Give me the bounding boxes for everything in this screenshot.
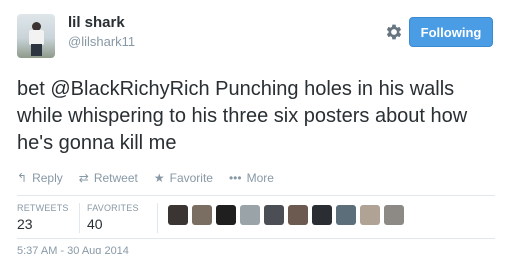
following-button[interactable]: Following [409,17,493,47]
divider [17,238,495,239]
avatar-figure-legs [31,44,42,56]
user-name[interactable]: lil shark [68,14,125,31]
tweet-text-prefix: bet [17,78,51,100]
reply-action[interactable]: ↰ Reply [17,171,63,185]
retweet-icon: ⇄ [78,171,89,185]
favorite-action[interactable]: ★ Favorite [154,171,213,185]
favoriter-avatar[interactable] [240,205,260,225]
favorites-count: 40 [87,216,103,232]
star-icon: ★ [153,171,165,185]
tweet-text: bet @BlackRichyRich Punching holes in hi… [17,76,497,157]
favoriter-avatar[interactable] [360,205,380,225]
tweet-actions: ↰ Reply ⇄ Retweet ★ Favorite ••• More [17,171,290,185]
more-action[interactable]: ••• More [229,171,274,185]
favorites-stat[interactable]: FAVORITES 40 [87,203,139,232]
favoriter-avatar[interactable] [216,205,236,225]
retweet-label: Retweet [93,171,138,185]
tweet-card: lil shark @lilshark11 Following bet @Bla… [0,0,512,254]
divider [17,195,495,196]
stat-divider [79,203,80,233]
favoriter-avatar[interactable] [288,205,308,225]
favoriter-avatar[interactable] [384,205,404,225]
reply-label: Reply [32,171,63,185]
more-label: More [246,171,274,185]
avatar-figure-body [29,30,44,45]
reply-icon: ↰ [17,171,28,185]
following-button-label: Following [420,24,482,40]
retweets-stat[interactable]: RETWEETS 23 [17,203,69,232]
tweet-mention-link[interactable]: @BlackRichyRich [50,78,209,100]
retweets-count: 23 [17,216,33,232]
avatar[interactable] [17,14,55,58]
favoriter-avatar[interactable] [264,205,284,225]
favorite-label: Favorite [169,171,213,185]
favoriter-avatar[interactable] [168,205,188,225]
stat-divider [157,203,158,233]
favoriter-avatar[interactable] [192,205,212,225]
favoriter-avatars [168,205,408,225]
tweet-timestamp[interactable]: 5:37 AM - 30 Aug 2014 [17,245,129,254]
favoriter-avatar[interactable] [312,205,332,225]
retweet-action[interactable]: ⇄ Retweet [79,171,138,185]
user-handle[interactable]: @lilshark11 [68,34,135,49]
favorites-label: FAVORITES [87,203,139,213]
favoriter-avatar[interactable] [336,205,356,225]
retweets-label: RETWEETS [17,203,69,213]
more-icon: ••• [228,171,242,185]
gear-icon[interactable] [384,22,404,42]
